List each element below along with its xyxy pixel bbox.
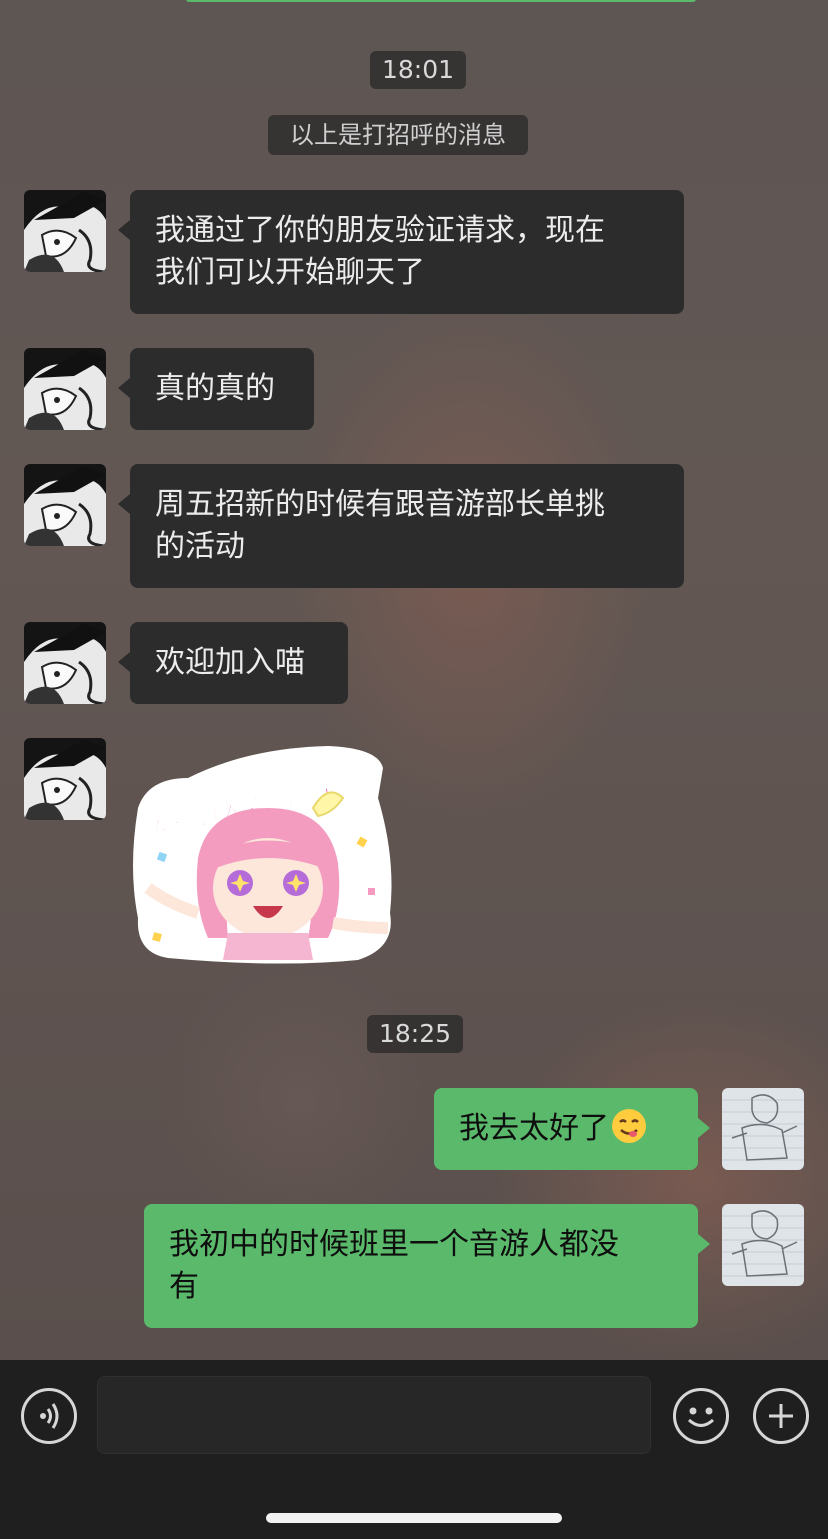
timestamp: 18:01 bbox=[370, 51, 467, 89]
home-indicator[interactable] bbox=[266, 1513, 562, 1523]
message-text: 我们可以开始聊天了 bbox=[155, 255, 425, 290]
incoming-message-bubble[interactable]: 周五招新的时候有跟音游部长单挑 的活动 bbox=[118, 464, 684, 588]
message-text: 的活动 bbox=[155, 529, 245, 564]
incoming-message-bubble[interactable]: 欢迎加入喵 bbox=[118, 622, 348, 704]
avatar-image bbox=[24, 622, 106, 704]
avatar-image bbox=[722, 1088, 804, 1170]
emoji-button[interactable] bbox=[673, 1388, 729, 1444]
contact-avatar[interactable] bbox=[24, 190, 106, 272]
contact-avatar[interactable] bbox=[24, 622, 106, 704]
message-text: 真的真的 bbox=[155, 371, 275, 406]
outgoing-message-bubble[interactable]: 我初中的时候班里一个音游人都没 有 bbox=[144, 1204, 710, 1328]
message-text: 我通过了你的朋友验证请求，现在 bbox=[155, 213, 605, 248]
my-avatar[interactable] bbox=[722, 1204, 804, 1286]
voice-button[interactable] bbox=[21, 1388, 77, 1444]
voice-icon bbox=[40, 1403, 59, 1429]
my-avatar[interactable] bbox=[722, 1088, 804, 1170]
incoming-message-bubble[interactable]: 我通过了你的朋友验证请求，现在 我们可以开始聊天了 bbox=[118, 190, 684, 314]
avatar-image bbox=[24, 464, 106, 546]
contact-avatar[interactable] bbox=[24, 348, 106, 430]
contact-avatar[interactable] bbox=[24, 738, 106, 820]
outgoing-message-bubble[interactable]: 我去太好了 bbox=[434, 1088, 710, 1170]
avatar-image bbox=[722, 1204, 804, 1286]
plus-icon bbox=[769, 1404, 793, 1428]
message-input[interactable] bbox=[97, 1376, 651, 1454]
avatar-image bbox=[24, 348, 106, 430]
smiley-icon bbox=[687, 1407, 715, 1427]
yum-face-emoji-icon bbox=[612, 1109, 646, 1143]
avatar-image bbox=[24, 190, 106, 272]
anime-girl-sticker-icon: 欢迎加入素色喵！ bbox=[133, 746, 392, 964]
message-text: 我去太好了 bbox=[459, 1111, 609, 1146]
message-text: 我初中的时候班里一个音游人都没 bbox=[169, 1227, 619, 1262]
previous-bubble-edge bbox=[186, 0, 696, 2]
message-text: 欢迎加入喵 bbox=[155, 645, 305, 680]
sticker-message[interactable]: 欢迎加入素色喵！ bbox=[128, 738, 398, 964]
timestamp: 18:25 bbox=[367, 1015, 464, 1053]
more-button[interactable] bbox=[753, 1388, 809, 1444]
incoming-message-bubble[interactable]: 真的真的 bbox=[118, 348, 314, 430]
message-text: 有 bbox=[169, 1269, 199, 1304]
message-text: 周五招新的时候有跟音游部长单挑 bbox=[155, 487, 605, 522]
system-notice: 以上是打招呼的消息 bbox=[268, 115, 528, 155]
avatar-image bbox=[24, 738, 106, 820]
contact-avatar[interactable] bbox=[24, 464, 106, 546]
